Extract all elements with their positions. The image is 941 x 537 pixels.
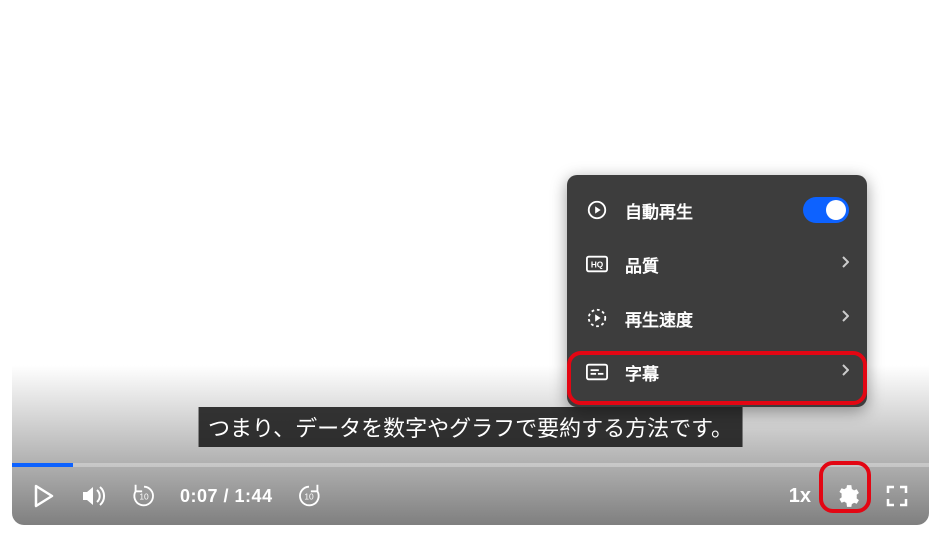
control-bar: 10 0:07 / 1:44 10 1x	[12, 467, 929, 525]
volume-button[interactable]	[80, 482, 108, 510]
speed-button[interactable]: 1x	[789, 485, 811, 508]
fullscreen-button[interactable]	[883, 482, 911, 510]
subtitle-icon	[585, 363, 609, 381]
duration: 1:44	[235, 486, 273, 506]
menu-item-speed[interactable]: 再生速度	[567, 291, 867, 345]
play-circle-icon	[585, 199, 609, 221]
settings-menu: 自動再生 HQ 品質 再生速度 字幕	[567, 175, 867, 407]
autoplay-toggle[interactable]	[803, 197, 849, 223]
chevron-right-icon	[841, 363, 849, 382]
hq-icon: HQ	[585, 255, 609, 273]
play-button[interactable]	[30, 482, 58, 510]
svg-text:10: 10	[304, 492, 314, 502]
time-display: 0:07 / 1:44	[180, 486, 273, 507]
speed-icon	[585, 307, 609, 329]
time-separator: /	[218, 486, 235, 506]
rewind-10-button[interactable]: 10	[130, 482, 158, 510]
current-time: 0:07	[180, 486, 218, 506]
menu-item-label: 字幕	[625, 360, 825, 385]
chevron-right-icon	[841, 309, 849, 328]
chevron-right-icon	[841, 255, 849, 274]
menu-item-label: 自動再生	[625, 198, 787, 223]
settings-button[interactable]	[833, 482, 861, 510]
menu-item-quality[interactable]: HQ 品質	[567, 237, 867, 291]
caption-text: つまり、データを数字やグラフで要約する方法です。	[198, 407, 743, 447]
menu-item-autoplay[interactable]: 自動再生	[567, 183, 867, 237]
menu-item-label: 品質	[625, 252, 825, 277]
menu-item-subtitle[interactable]: 字幕	[567, 345, 867, 399]
forward-10-button[interactable]: 10	[295, 482, 323, 510]
svg-text:HQ: HQ	[591, 261, 604, 270]
svg-text:10: 10	[139, 492, 149, 502]
menu-item-label: 再生速度	[625, 306, 825, 331]
video-player: つまり、データを数字やグラフで要約する方法です。 自動再生 HQ 品質 再	[12, 12, 929, 525]
